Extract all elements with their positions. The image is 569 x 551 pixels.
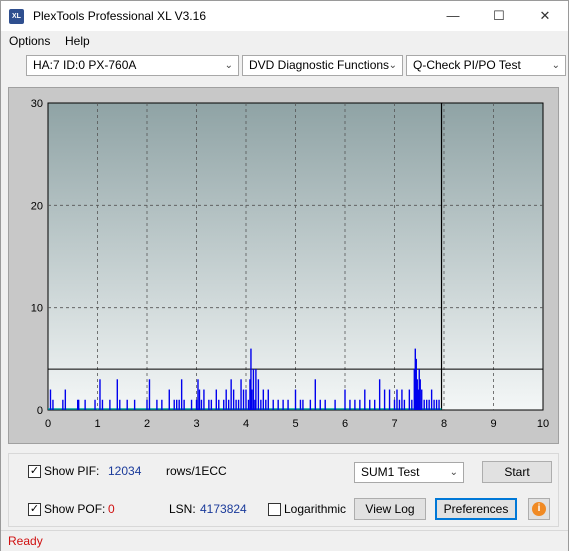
test-select-value: Q-Check PI/PO Test <box>413 58 521 72</box>
lsn-label: LSN: <box>169 502 196 516</box>
y-tick-label: 30 <box>31 98 43 110</box>
window-title: PlexTools Professional XL V3.16 <box>33 9 206 23</box>
app-window: XL PlexTools Professional XL V3.16 — ☐ ✕… <box>0 0 569 551</box>
sum-test-select-value: SUM1 Test <box>361 465 420 479</box>
drive-select-value: HA:7 ID:0 PX-760A <box>33 58 137 72</box>
x-tick-label: 1 <box>94 418 100 430</box>
pof-value: 0 <box>108 502 115 516</box>
pi-po-chart: 0 1 2 3 4 5 6 7 8 9 10 0 10 20 30 <box>31 98 549 430</box>
x-tick-label: 9 <box>490 418 496 430</box>
show-pif-checkbox[interactable]: ✓ <box>28 465 41 478</box>
x-tick-label: 5 <box>292 418 298 430</box>
menu-options[interactable]: Options <box>9 34 50 48</box>
info-icon: i <box>532 502 546 516</box>
x-tick-label: 6 <box>342 418 348 430</box>
x-tick-label: 10 <box>537 418 549 430</box>
pif-value: 12034 <box>108 464 142 478</box>
preferences-button[interactable]: Preferences <box>435 498 517 520</box>
chevron-down-icon: ⌄ <box>224 60 233 71</box>
function-select[interactable]: DVD Diagnostic Functions ⌄ <box>242 55 403 76</box>
close-button[interactable]: ✕ <box>522 1 568 31</box>
status-bar: Ready <box>1 530 568 551</box>
show-pof-label: Show POF: <box>44 502 106 516</box>
sum-test-select[interactable]: SUM1 Test ⌄ <box>354 462 464 483</box>
y-tick-label: 0 <box>37 405 43 417</box>
view-log-button[interactable]: View Log <box>354 498 426 520</box>
x-tick-label: 2 <box>144 418 150 430</box>
test-select[interactable]: Q-Check PI/PO Test ⌄ <box>406 55 566 76</box>
chevron-down-icon: ⌄ <box>388 60 397 71</box>
x-tick-label: 4 <box>243 418 249 430</box>
show-pif-label: Show PIF: <box>44 464 100 478</box>
show-pof-checkbox[interactable]: ✓ <box>28 503 41 516</box>
y-tick-label: 20 <box>31 200 43 212</box>
y-tick-label: 10 <box>31 303 43 315</box>
maximize-button[interactable]: ☐ <box>476 1 522 31</box>
function-select-value: DVD Diagnostic Functions <box>249 58 390 72</box>
x-tick-label: 8 <box>441 418 447 430</box>
toolbar: HA:7 ID:0 PX-760A ⌄ DVD Diagnostic Funct… <box>1 51 568 81</box>
drive-select[interactable]: HA:7 ID:0 PX-760A ⌄ <box>26 55 239 76</box>
menu-help[interactable]: Help <box>65 34 90 48</box>
x-tick-label: 7 <box>391 418 397 430</box>
minimize-button[interactable]: — <box>430 1 476 31</box>
lsn-value: 4173824 <box>200 502 247 516</box>
info-button[interactable]: i <box>528 498 550 520</box>
status-text: Ready <box>8 534 43 548</box>
chart-panel: 0 1 2 3 4 5 6 7 8 9 10 0 10 20 30 <box>8 87 559 444</box>
control-panel: ✓ Show PIF: 12034 rows/1ECC ✓ Show POF: … <box>8 453 559 527</box>
start-button[interactable]: Start <box>482 461 552 483</box>
logarithmic-label: Logarithmic <box>284 502 347 516</box>
pif-unit: rows/1ECC <box>166 464 227 478</box>
x-tick-label: 3 <box>193 418 199 430</box>
chevron-down-icon: ⌄ <box>449 467 458 478</box>
app-logo-icon: XL <box>9 9 24 24</box>
menu-bar: Options Help <box>1 31 568 51</box>
title-bar: XL PlexTools Professional XL V3.16 — ☐ ✕ <box>1 1 568 31</box>
logarithmic-checkbox[interactable] <box>268 503 281 516</box>
x-tick-label: 0 <box>45 418 51 430</box>
chevron-down-icon: ⌄ <box>551 60 560 71</box>
